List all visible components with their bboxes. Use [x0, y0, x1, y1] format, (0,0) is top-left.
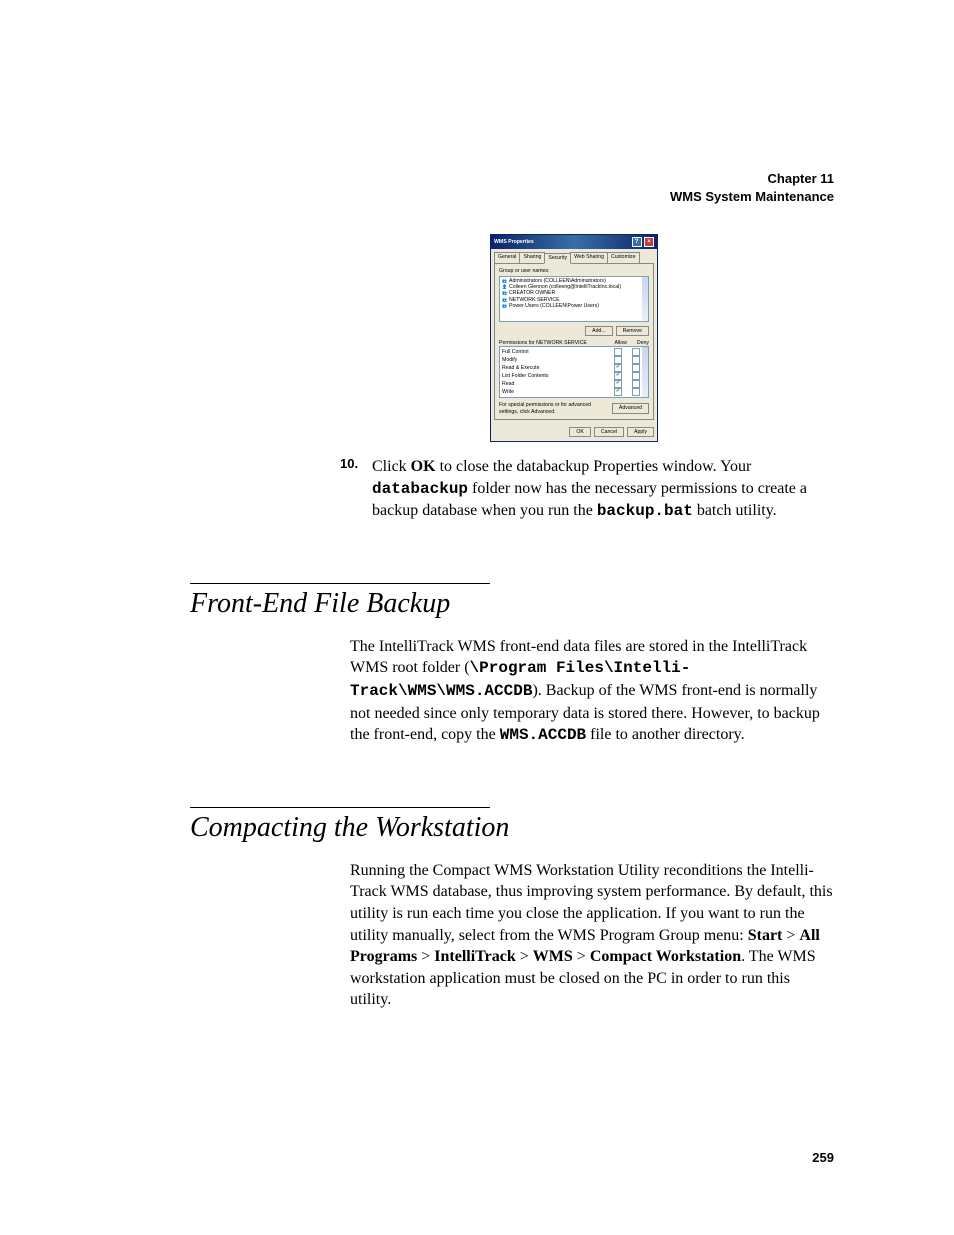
- tab-strip: General Sharing Security Web Sharing Cus…: [491, 249, 657, 262]
- scrollbar[interactable]: [642, 277, 648, 321]
- group-label: Group or user names:: [499, 268, 649, 274]
- apply-button[interactable]: Apply: [627, 427, 654, 437]
- deny-checkbox[interactable]: [632, 372, 640, 380]
- perm-name: Modify: [502, 357, 517, 363]
- advanced-note: For special permissions or for advanced …: [499, 402, 599, 414]
- users-listbox[interactable]: Administrators (COLLEEN\Administrators) …: [499, 276, 649, 322]
- ok-button[interactable]: OK: [569, 427, 591, 437]
- step-text: Click OK to close the databackup Propert…: [372, 456, 834, 523]
- perm-name: Full Control: [502, 349, 529, 355]
- permissions-listbox[interactable]: Full Control Modify Read & Execute List …: [499, 346, 649, 398]
- advanced-button[interactable]: Advanced: [612, 403, 649, 413]
- close-icon[interactable]: ×: [644, 237, 654, 247]
- deny-checkbox[interactable]: [632, 388, 640, 396]
- list-item[interactable]: Power Users (COLLEEN\Power Users): [502, 303, 646, 309]
- deny-checkbox[interactable]: [632, 356, 640, 364]
- tab-customize[interactable]: Customize: [607, 252, 640, 262]
- tab-general[interactable]: General: [494, 252, 520, 262]
- perm-name: Read & Execute: [502, 365, 540, 371]
- perm-name: List Folder Contents: [502, 373, 548, 379]
- allow-checkbox[interactable]: [614, 364, 622, 372]
- chapter-label: Chapter 11: [190, 170, 834, 188]
- tab-security[interactable]: Security: [544, 253, 571, 263]
- section-heading: Compacting the Workstation: [190, 812, 834, 844]
- deny-checkbox[interactable]: [632, 364, 640, 372]
- section-heading: Front-End File Backup: [190, 588, 834, 620]
- chapter-title: WMS System Maintenance: [190, 188, 834, 206]
- tab-sharing[interactable]: Sharing: [519, 252, 545, 262]
- screenshot-figure: WMS Properties ? × General Sharing Secur…: [490, 234, 834, 442]
- page-number: 259: [812, 1150, 834, 1165]
- section-divider: [190, 583, 490, 584]
- remove-button[interactable]: Remove: [616, 326, 649, 336]
- add-button[interactable]: Add...: [585, 326, 613, 336]
- section-body: The IntelliTrack WMS front-end data file…: [350, 636, 834, 747]
- help-icon[interactable]: ?: [632, 237, 642, 247]
- deny-checkbox[interactable]: [632, 380, 640, 388]
- step-number: 10.: [340, 456, 362, 523]
- properties-dialog: WMS Properties ? × General Sharing Secur…: [490, 234, 658, 442]
- section-body: Running the Compact WMS Workstation Util…: [350, 860, 834, 1011]
- allow-checkbox[interactable]: [614, 388, 622, 396]
- perm-name: Write: [502, 389, 514, 395]
- allow-checkbox[interactable]: [614, 356, 622, 364]
- perm-name: Read: [502, 381, 514, 387]
- allow-checkbox[interactable]: [614, 348, 622, 356]
- step-10: 10. Click OK to close the databackup Pro…: [340, 456, 834, 523]
- tab-web-sharing[interactable]: Web Sharing: [570, 252, 608, 262]
- dialog-title: WMS Properties: [494, 239, 534, 245]
- scrollbar[interactable]: [642, 347, 648, 397]
- section-divider: [190, 807, 490, 808]
- page-header: Chapter 11 WMS System Maintenance: [190, 170, 834, 206]
- allow-checkbox[interactable]: [614, 380, 622, 388]
- cancel-button[interactable]: Cancel: [594, 427, 624, 437]
- allow-checkbox[interactable]: [614, 372, 622, 380]
- deny-checkbox[interactable]: [632, 348, 640, 356]
